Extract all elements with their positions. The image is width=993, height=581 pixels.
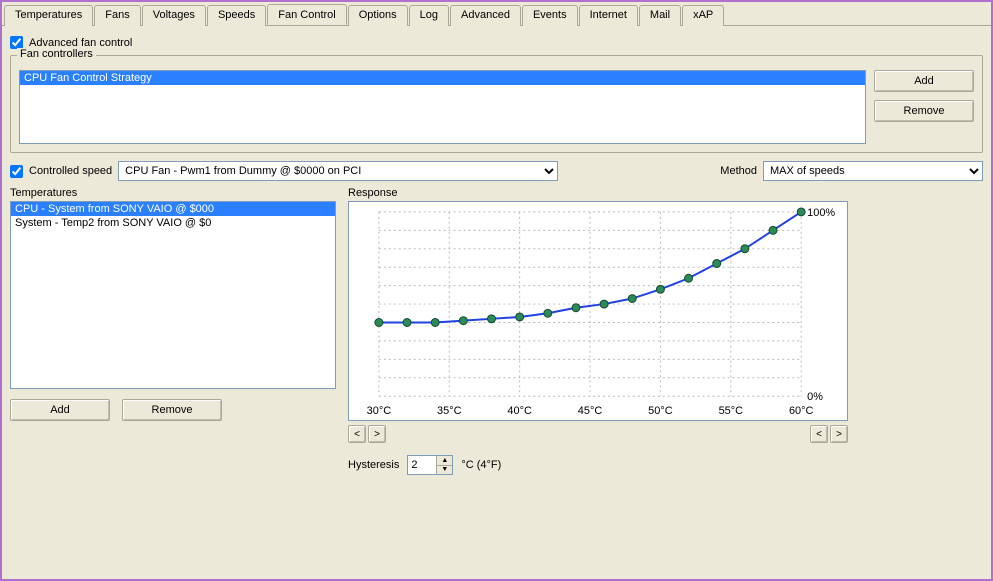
tab-temperatures[interactable]: Temperatures: [4, 5, 93, 26]
hysteresis-input[interactable]: [408, 456, 436, 474]
chart-right-prev-button[interactable]: <: [810, 425, 828, 443]
fan-controllers-label: Fan controllers: [17, 48, 96, 60]
svg-text:30°C: 30°C: [367, 405, 392, 417]
tab-voltages[interactable]: Voltages: [142, 5, 206, 26]
add-temperature-button[interactable]: Add: [10, 399, 110, 421]
svg-text:40°C: 40°C: [507, 405, 532, 417]
method-label: Method: [720, 165, 757, 177]
tab-options[interactable]: Options: [348, 5, 408, 26]
tab-internet[interactable]: Internet: [579, 5, 638, 26]
hysteresis-up-button[interactable]: ▲: [437, 456, 452, 466]
temperatures-listbox[interactable]: CPU - System from SONY VAIO @ $000System…: [10, 201, 336, 389]
chevron-left-icon: <: [354, 429, 360, 440]
fan-controllers-listbox[interactable]: CPU Fan Control Strategy: [19, 70, 866, 144]
response-chart[interactable]: 30°C 35°C 40°C 45°C 50°C 55°C 60°C 100% 0%: [348, 201, 848, 421]
tab-advanced[interactable]: Advanced: [450, 5, 521, 26]
chevron-left-icon: <: [816, 429, 822, 440]
advanced-fan-control-label: Advanced fan control: [29, 37, 132, 49]
hysteresis-down-button[interactable]: ▼: [437, 466, 452, 475]
tab-log[interactable]: Log: [409, 5, 449, 26]
fan-controllers-group: Fan controllers CPU Fan Control Strategy…: [10, 55, 983, 153]
tab-xap[interactable]: xAP: [682, 5, 724, 26]
tab-fans[interactable]: Fans: [94, 5, 140, 26]
response-label: Response: [348, 187, 983, 199]
tab-events[interactable]: Events: [522, 5, 578, 26]
tab-speeds[interactable]: Speeds: [207, 5, 266, 26]
add-controller-button[interactable]: Add: [874, 70, 974, 92]
chevron-right-icon: >: [374, 429, 380, 440]
chevron-right-icon: >: [836, 429, 842, 440]
tab-fan-control[interactable]: Fan Control: [267, 4, 346, 25]
svg-text:60°C: 60°C: [789, 405, 814, 417]
chart-left-prev-button[interactable]: <: [348, 425, 366, 443]
svg-text:50°C: 50°C: [648, 405, 673, 417]
remove-temperature-button[interactable]: Remove: [122, 399, 222, 421]
hysteresis-label: Hysteresis: [348, 459, 399, 471]
list-item[interactable]: CPU - System from SONY VAIO @ $000: [11, 202, 335, 216]
method-combo[interactable]: MAX of speeds: [763, 161, 983, 181]
tab-bar: TemperaturesFansVoltagesSpeedsFan Contro…: [2, 2, 991, 26]
controlled-speed-label: Controlled speed: [29, 165, 112, 177]
tab-mail[interactable]: Mail: [639, 5, 681, 26]
svg-text:35°C: 35°C: [437, 405, 462, 417]
controlled-speed-combo[interactable]: CPU Fan - Pwm1 from Dummy @ $0000 on PCI: [118, 161, 558, 181]
temperatures-label: Temperatures: [10, 187, 336, 199]
svg-text:0%: 0%: [807, 391, 823, 403]
svg-text:45°C: 45°C: [578, 405, 603, 417]
chart-right-next-button[interactable]: >: [830, 425, 848, 443]
svg-text:100%: 100%: [807, 207, 835, 219]
hysteresis-suffix: °C (4°F): [461, 459, 501, 471]
remove-controller-button[interactable]: Remove: [874, 100, 974, 122]
tab-panel-fan-control: Advanced fan control Fan controllers CPU…: [2, 26, 991, 483]
svg-text:55°C: 55°C: [719, 405, 744, 417]
list-item[interactable]: CPU Fan Control Strategy: [20, 71, 865, 85]
chart-left-next-button[interactable]: >: [368, 425, 386, 443]
controlled-speed-checkbox[interactable]: [10, 165, 23, 178]
list-item[interactable]: System - Temp2 from SONY VAIO @ $0: [11, 216, 335, 230]
hysteresis-spinner[interactable]: ▲ ▼: [407, 455, 453, 475]
